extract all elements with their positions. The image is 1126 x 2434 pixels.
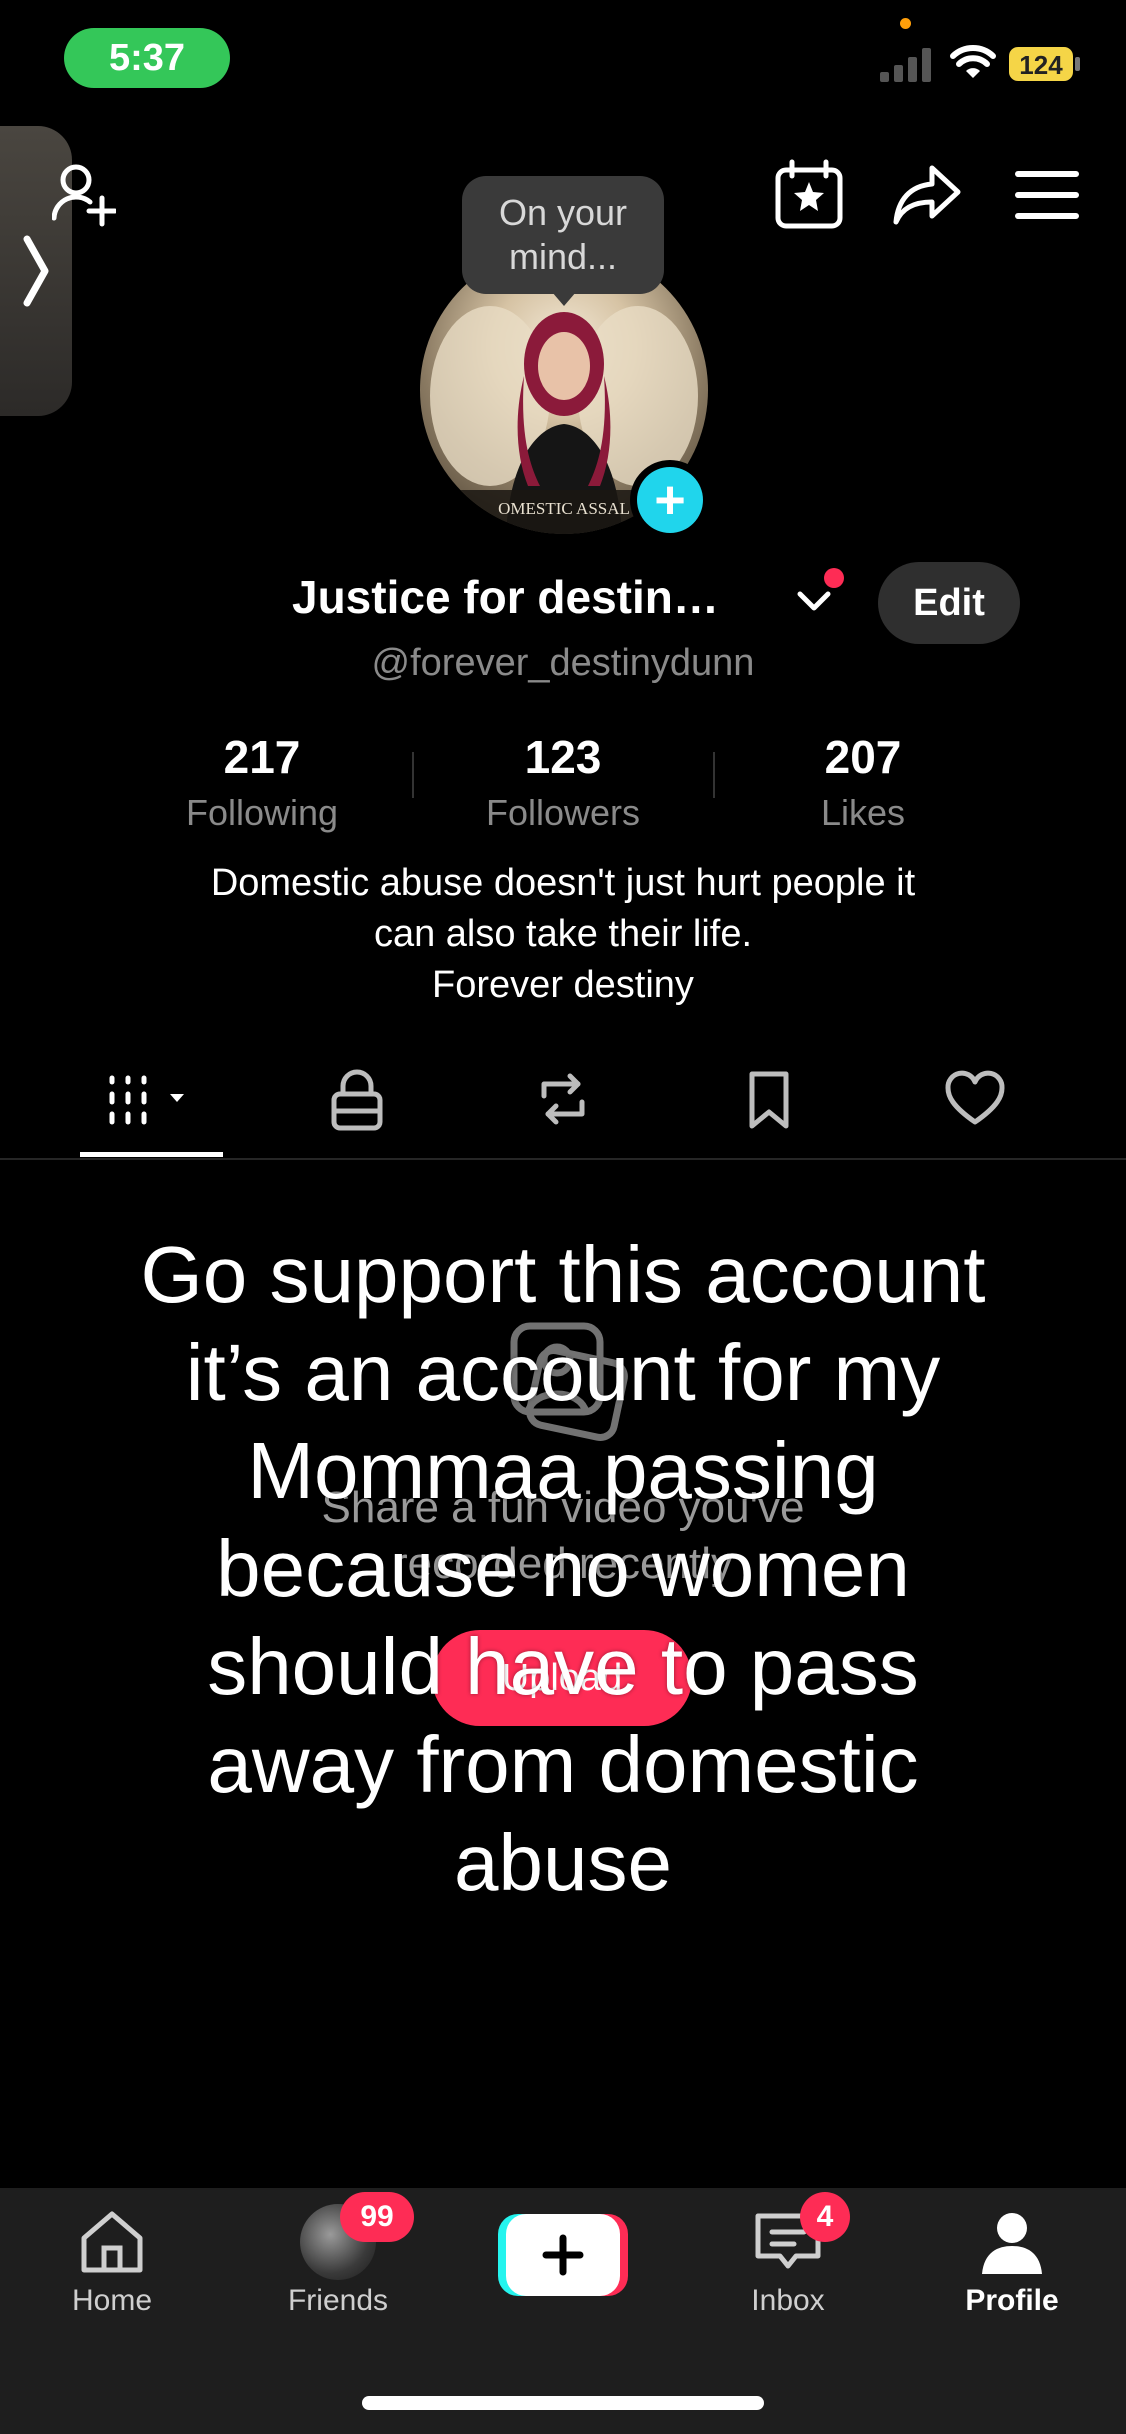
following-label: Following	[185, 792, 339, 833]
nav-home[interactable]: Home	[22, 2204, 202, 2318]
home-icon	[81, 2211, 143, 2273]
overlay-line: should have to pass	[207, 1622, 919, 1711]
overlay-line: away from domestic	[207, 1720, 919, 1809]
inbox-badge: 4	[800, 2192, 850, 2242]
bio-line: Forever destiny	[432, 964, 694, 1006]
calendar-star-icon[interactable]	[772, 158, 846, 232]
tab-divider	[0, 1158, 1126, 1160]
battery-level: 124	[1019, 50, 1063, 80]
profile-bio: Domestic abuse doesn't just hurt people …	[80, 858, 1046, 1011]
following-count: 217	[223, 731, 301, 783]
lock-icon[interactable]	[324, 1066, 390, 1132]
profile-icon	[982, 2213, 1042, 2274]
display-name: Justice for destin…	[292, 571, 719, 623]
videos-grid-tab[interactable]	[104, 1066, 200, 1132]
bio-line: can also take their life.	[373, 913, 753, 955]
username-handle: @forever_destinydunn	[371, 642, 755, 684]
bookmark-icon[interactable]	[736, 1066, 802, 1132]
nav-inbox-label: Inbox	[751, 2284, 825, 2317]
nav-home-label: Home	[71, 2284, 153, 2317]
stat-followers[interactable]: 123 Followers	[433, 730, 693, 834]
wifi-icon	[950, 45, 996, 78]
menu-icon[interactable]	[1010, 158, 1084, 232]
notification-dot	[824, 568, 844, 588]
stat-divider	[412, 752, 414, 798]
tooltip-line-1: On your	[498, 192, 628, 233]
add-story-button[interactable]: +	[630, 460, 710, 540]
tooltip-line-2: mind...	[508, 236, 618, 277]
battery-icon: 124	[1009, 47, 1080, 81]
nav-profile[interactable]: Profile	[922, 2204, 1102, 2318]
home-indicator	[362, 2396, 764, 2410]
add-friend-icon[interactable]	[52, 160, 116, 230]
nav-friends-label: Friends	[287, 2284, 389, 2317]
overlay-line: Mommaa passing	[247, 1426, 879, 1515]
followers-label: Followers	[485, 792, 641, 833]
on-your-mind-tooltip[interactable]: On your mind...	[462, 176, 664, 294]
stat-divider	[713, 752, 715, 798]
chevron-right-icon	[23, 235, 49, 307]
overlay-caption: Go support this account it’s an account …	[60, 1226, 1066, 1912]
nav-profile-label: Profile	[965, 2284, 1059, 2317]
tooltip-tail	[552, 292, 576, 306]
heart-icon[interactable]	[942, 1066, 1008, 1132]
nav-inbox[interactable]: Inbox	[698, 2204, 878, 2318]
stat-following[interactable]: 217 Following	[132, 730, 392, 834]
overlay-line: abuse	[454, 1818, 672, 1907]
create-button[interactable]	[498, 2214, 628, 2296]
edit-profile-button[interactable]: Edit	[878, 562, 1020, 644]
status-time: 5:37	[64, 28, 230, 88]
repost-icon[interactable]	[530, 1066, 596, 1132]
followers-count: 123	[524, 731, 602, 783]
stat-likes[interactable]: 207 Likes	[733, 730, 993, 834]
overlay-line: Go support this account	[140, 1230, 986, 1319]
friends-badge: 99	[340, 2192, 414, 2242]
signal-icon	[880, 48, 931, 82]
likes-count: 207	[824, 731, 902, 783]
bio-line: Domestic abuse doesn't just hurt people …	[210, 862, 916, 904]
plus-icon: +	[637, 467, 703, 533]
privacy-indicator	[900, 18, 911, 29]
likes-label: Likes	[820, 792, 906, 833]
overlay-line: it’s an account for my	[185, 1328, 941, 1417]
share-icon[interactable]	[890, 158, 964, 232]
active-tab-indicator	[80, 1152, 223, 1157]
overlay-line: because no women	[216, 1524, 910, 1613]
avatar-caption: OMESTIC ASSAL	[498, 499, 630, 518]
